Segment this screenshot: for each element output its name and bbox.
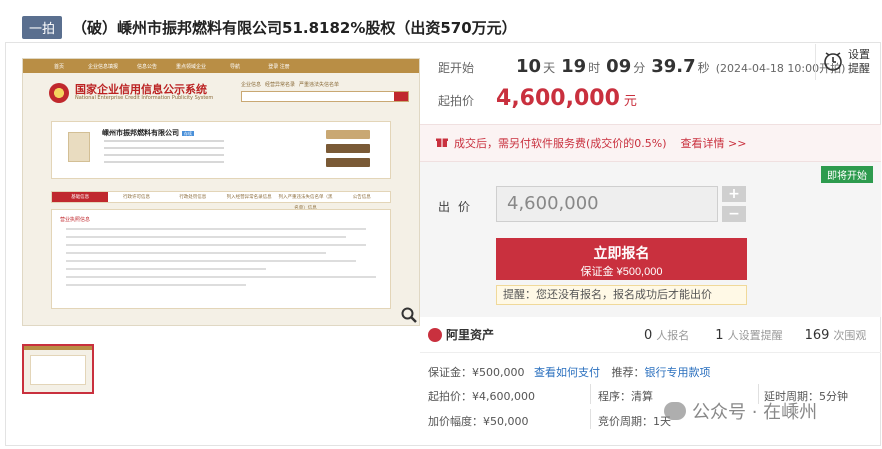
countdown-days: 10: [516, 56, 542, 77]
start-price-row: 起拍价 4,600,000 元: [438, 86, 637, 111]
ali-assets-logo-icon: [428, 327, 442, 342]
signup-deposit-label: 保证金 ¥500,000: [580, 266, 663, 278]
preview-nav-item: 重点领域企业: [175, 63, 206, 70]
countdown-seconds-unit: 秒: [697, 61, 710, 75]
countdown-hours: 19: [561, 56, 587, 77]
alarm-clock-icon: [822, 50, 844, 75]
deposit-info: 保证金：¥500,000: [428, 366, 525, 379]
watermark-text: 公众号 · 在嵊州: [692, 402, 818, 423]
stats-bar: 阿里资产 0 人报名 1 人设置提醒 169 次围观: [420, 317, 881, 353]
preview-topnav: 首页 企业信息填报 信息公告 重点领域企业 导航 登录 注册: [23, 59, 419, 73]
bid-amount-input[interactable]: 4,600,000: [496, 186, 718, 222]
view-count-value: 169: [804, 327, 830, 343]
image-preview[interactable]: 首页 企业信息填报 信息公告 重点领域企业 导航 登录 注册 国家企业信用信息公…: [22, 58, 420, 326]
preview-card-button: [326, 130, 370, 139]
reminder-label-2: 提醒: [848, 62, 870, 75]
magnifier-icon[interactable]: [400, 306, 418, 324]
preview-tab: 公告信息: [352, 195, 371, 200]
fee-details-link[interactable]: 查看详情 >>: [681, 135, 747, 151]
fee-notice-text: 成交后，需另付软件服务费(成交价的0.5%): [454, 137, 667, 150]
preview-header: 国家企业信用信息公示系统 National Enterprise Credit …: [23, 73, 419, 113]
preview-search-tab: 经营异常名录: [265, 82, 296, 88]
preview-card-button: [326, 144, 370, 153]
recommend-label: 推荐：: [611, 366, 645, 379]
preview-nav-item: 首页: [53, 63, 64, 70]
reminder-label-1: 设置: [848, 48, 870, 62]
countdown-minutes-unit: 分: [633, 61, 646, 75]
signup-button-label: 立即报名: [593, 245, 650, 261]
bid-cycle-info: 竞价周期：1天: [598, 415, 671, 428]
wechat-icon: [664, 402, 686, 420]
countdown-label: 距开始: [438, 61, 475, 75]
preview-license-section: 营业执照信息: [51, 209, 391, 309]
preview-license-rows: [66, 228, 390, 286]
view-count-label: 次围观: [833, 328, 867, 342]
preview-company-card: 嵊州市振邦燃料有限公司 存续: [51, 121, 391, 179]
bid-label: 出价: [438, 200, 479, 214]
start-price-label: 起拍价: [438, 94, 475, 108]
set-reminder-button[interactable]: 设置 提醒: [815, 44, 875, 80]
preview-nav-item: 信息公告: [136, 63, 157, 70]
preview-section-title: 营业执照信息: [60, 217, 91, 223]
preview-search: 企业信息 经营异常名录 严重违法失信名单: [241, 81, 409, 102]
countdown-days-unit: 天: [543, 61, 556, 75]
preview-tab: 列入经营异常名录信息: [226, 195, 272, 200]
how-to-pay-link[interactable]: 查看如何支付: [534, 366, 600, 379]
preview-tab: 基础信息: [52, 192, 109, 202]
preview-search-tab: 严重违法失信名单: [299, 82, 340, 88]
preview-nav-item: 导航: [229, 63, 240, 70]
preview-company-tag: 存续: [182, 131, 194, 136]
bank-account-link[interactable]: 银行专用款项: [645, 366, 711, 379]
preview-tab: 行政许可信息: [122, 195, 150, 200]
signup-count-value: 0: [644, 327, 653, 343]
reminder-count-label: 人设置提醒: [727, 328, 783, 342]
countdown-minutes: 09: [606, 56, 632, 77]
signup-tip: 提醒：您还没有报名，报名成功后才能出价: [496, 285, 747, 305]
watermark: 公众号 · 在嵊州: [664, 398, 817, 424]
signup-count: 0 人报名: [644, 327, 689, 343]
countdown: 距开始 10 天 19 时 09 分 39.7 秒 (2024-04-18 10…: [438, 56, 845, 77]
status-badge: 即将开始: [821, 166, 873, 183]
preview-site-name-en: National Enterprise Credit Information P…: [75, 95, 214, 102]
auction-round-badge: 一拍: [22, 15, 63, 39]
start-price-value: 4,600,000: [496, 86, 620, 111]
procedure-info: 程序：清算: [598, 390, 653, 403]
license-stamp-icon: [68, 132, 90, 162]
view-count: 169 次围观: [805, 327, 867, 343]
preview-nav-item: 企业信息填报: [87, 63, 118, 70]
title-bar: 一拍 （破）嵊州市振邦燃料有限公司51.8182%股权（出资570万元）: [22, 15, 517, 39]
reminder-count: 1 人设置提醒: [715, 327, 782, 343]
signup-button[interactable]: 立即报名 保证金 ¥500,000: [496, 238, 747, 280]
preview-search-icon: [394, 92, 408, 101]
preview-tabs: 基础信息 行政许可信息 行政处罚信息 列入经营异常名录信息 列入严重违法失信名单…: [51, 191, 391, 211]
bid-decrease-button[interactable]: −: [722, 206, 746, 222]
preview-nav-item: 登录 注册: [268, 63, 290, 70]
start-price-unit: 元: [623, 94, 637, 109]
fee-notice: 成交后，需另付软件服务费(成交价的0.5%) 查看详情 >>: [420, 124, 881, 162]
page-title: （破）嵊州市振邦燃料有限公司51.8182%股权（出资570万元）: [72, 18, 517, 37]
gift-icon: [436, 136, 448, 151]
preview-site-name: 国家企业信用信息公示系统 National Enterprise Credit …: [75, 83, 214, 102]
bid-increase-button[interactable]: +: [722, 186, 746, 202]
preview-card-button: [326, 158, 370, 167]
signup-count-label: 人报名: [656, 328, 690, 342]
preview-search-tab: 企业信息: [241, 82, 262, 88]
bid-increment-info: 加价幅度：¥50,000: [428, 415, 529, 428]
preview-tab: 行政处罚信息: [179, 195, 207, 200]
countdown-hours-unit: 时: [588, 61, 601, 75]
bid-area: 即将开始 出价 4,600,000 + − 立即报名 保证金 ¥500,000 …: [420, 162, 881, 317]
reminder-count-value: 1: [715, 327, 724, 343]
preview-company-lines: [104, 140, 224, 168]
preview-company-name: 嵊州市振邦燃料有限公司 存续: [102, 129, 194, 137]
preview-tab: 列入严重违法失信名单（黑名单）信息: [278, 195, 333, 211]
start-price-info: 起拍价：¥4,600,000: [428, 390, 535, 403]
countdown-seconds: 39.7: [651, 56, 696, 77]
platform-name: 阿里资产: [446, 328, 495, 342]
national-emblem-icon: [49, 83, 69, 103]
image-thumbnail[interactable]: [22, 344, 94, 394]
